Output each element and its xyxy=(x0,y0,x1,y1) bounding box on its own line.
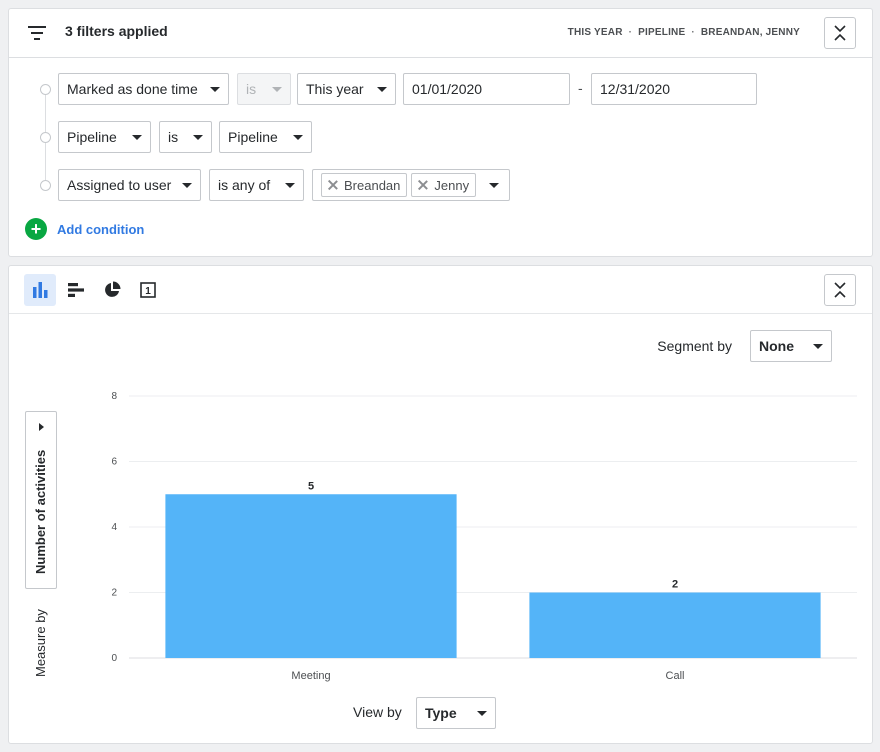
condition-1-operator-label: is xyxy=(246,81,257,97)
view-by-value: Type xyxy=(425,705,457,721)
condition-1-operator-select: is xyxy=(237,73,291,105)
caret-right-icon xyxy=(39,423,44,431)
chip-label: Jenny xyxy=(434,177,470,193)
chevron-down-icon xyxy=(489,182,499,188)
chip-label: Breandan xyxy=(344,177,401,193)
condition-node xyxy=(40,84,51,95)
chevron-down-icon xyxy=(377,86,387,92)
measure-by-select[interactable]: Number of activities xyxy=(25,411,57,589)
y-tick-label: 8 xyxy=(111,391,117,402)
condition-3-field-select[interactable]: Assigned to user xyxy=(58,169,201,201)
view-by-label: View by xyxy=(353,704,402,720)
bar-data-label: 2 xyxy=(672,579,678,591)
condition-2-operator-label: is xyxy=(168,129,179,145)
remove-chip-icon[interactable] xyxy=(418,180,428,190)
condition-2-value-label: Pipeline xyxy=(228,129,278,145)
user-chip-breandan: Breandan xyxy=(321,173,408,197)
condition-3-field-label: Assigned to user xyxy=(67,177,172,193)
collapse-icon xyxy=(834,25,846,41)
chevron-down-icon xyxy=(132,134,142,140)
summary-period: THIS YEAR xyxy=(567,27,623,38)
condition-2-field-label: Pipeline xyxy=(67,129,117,145)
y-tick-label: 2 xyxy=(111,588,117,599)
date-to-input[interactable]: 12/31/2020 xyxy=(591,73,757,105)
chevron-down-icon xyxy=(293,134,303,140)
chevron-down-icon xyxy=(285,182,295,188)
bar xyxy=(165,494,457,658)
chevron-down-icon xyxy=(182,182,192,188)
add-condition-label: Add condition xyxy=(57,221,145,237)
chart-panel: 1 Segment by None 0 2 4 6 8 5 Meeting 2 Call Num… xyxy=(8,265,873,744)
collapse-filters-button[interactable] xyxy=(824,17,856,49)
condition-1-field-label: Marked as done time xyxy=(67,81,198,97)
filter-icon[interactable] xyxy=(28,25,46,41)
y-tick-label: 6 xyxy=(111,457,117,468)
condition-3-operator-select[interactable]: is any of xyxy=(209,169,304,201)
measure-by-label: Measure by xyxy=(33,609,48,677)
add-condition-button[interactable]: + Add condition xyxy=(25,218,144,240)
condition-1-field-select[interactable]: Marked as done time xyxy=(58,73,229,105)
condition-3-operator-label: is any of xyxy=(218,177,271,193)
condition-node xyxy=(40,132,51,143)
chevron-down-icon xyxy=(210,86,220,92)
filter-conditions: Marked as done time is This year 01/01/2… xyxy=(8,57,873,257)
y-tick-label: 4 xyxy=(111,522,117,533)
date-range-separator: - xyxy=(578,80,583,96)
chevron-down-icon xyxy=(272,86,282,92)
filters-title: 3 filters applied xyxy=(65,23,168,39)
plus-icon: + xyxy=(25,218,47,240)
x-category-label: Call xyxy=(666,670,685,682)
condition-1-value-label: This year xyxy=(306,81,364,97)
chevron-down-icon xyxy=(477,710,487,716)
y-tick-label: 0 xyxy=(111,653,117,664)
bar-chart: 0 2 4 6 8 5 Meeting 2 Call xyxy=(111,391,857,682)
summary-separator: · xyxy=(691,27,695,38)
bar-data-label: 5 xyxy=(308,480,314,492)
view-by-select[interactable]: Type xyxy=(416,697,496,729)
user-chip-jenny: Jenny xyxy=(411,173,477,197)
measure-by-value: Number of activities xyxy=(33,449,48,574)
condition-node xyxy=(40,180,51,191)
condition-1-value-select[interactable]: This year xyxy=(297,73,396,105)
condition-2-field-select[interactable]: Pipeline xyxy=(58,121,151,153)
condition-3-users-multiselect[interactable]: Breandan Jenny xyxy=(312,169,510,201)
summary-pipeline: PIPELINE xyxy=(638,27,686,38)
filter-summary: THIS YEAR · PIPELINE · BREANDAN, JENNY xyxy=(568,27,800,38)
filter-header: 3 filters applied THIS YEAR · PIPELINE ·… xyxy=(8,8,873,57)
summary-users: BREANDAN, JENNY xyxy=(700,27,800,38)
bar xyxy=(529,592,821,658)
remove-chip-icon[interactable] xyxy=(328,180,338,190)
summary-separator: · xyxy=(628,27,633,38)
condition-2-operator-select[interactable]: is xyxy=(159,121,212,153)
x-category-label: Meeting xyxy=(291,670,330,682)
condition-2-value-select[interactable]: Pipeline xyxy=(219,121,312,153)
date-from-input[interactable]: 01/01/2020 xyxy=(403,73,570,105)
chevron-down-icon xyxy=(193,134,203,140)
